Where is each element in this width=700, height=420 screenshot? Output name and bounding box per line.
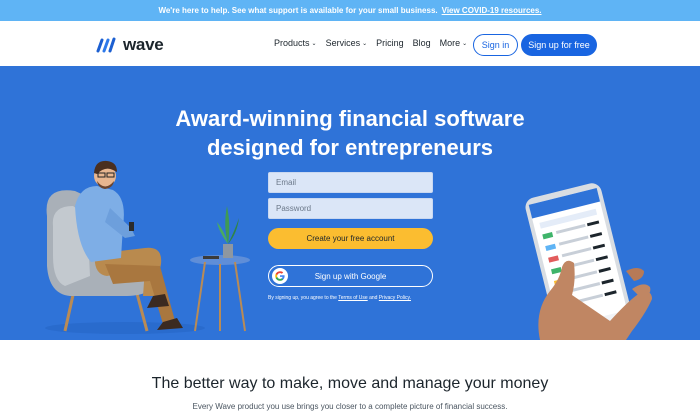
google-signup-label: Sign up with Google bbox=[314, 271, 387, 281]
password-field[interactable] bbox=[268, 198, 433, 219]
google-icon bbox=[272, 268, 288, 284]
legal-prefix: By signing up, you agree to the bbox=[268, 295, 337, 301]
nav-pricing-label: Pricing bbox=[376, 38, 404, 48]
terms-of-use-link[interactable]: Terms of Use bbox=[338, 295, 367, 301]
logo-text: wave bbox=[123, 35, 164, 54]
nav-products-label: Products bbox=[274, 38, 310, 48]
chevron-down-icon: ⌄ bbox=[311, 40, 317, 47]
hero-section: Award-winning financial software designe… bbox=[0, 66, 700, 340]
chevron-down-icon: ⌄ bbox=[462, 40, 468, 47]
nav-blog-label: Blog bbox=[412, 38, 431, 48]
create-account-button[interactable]: Create your free account bbox=[268, 228, 433, 249]
wave-logo[interactable]: wave bbox=[96, 35, 164, 55]
man-in-armchair-illustration bbox=[45, 160, 250, 334]
password-input[interactable] bbox=[276, 204, 432, 213]
legal-and: and bbox=[369, 295, 378, 301]
announcement-banner: We're here to help. See what support is … bbox=[0, 0, 700, 21]
main-nav: Products ⌄ Services ⌄ Pricing Blog More … bbox=[274, 38, 476, 48]
wave-logo-icon bbox=[96, 37, 116, 53]
nav-more[interactable]: More ⌄ bbox=[440, 38, 468, 48]
chevron-down-icon: ⌄ bbox=[362, 40, 368, 47]
sign-in-button[interactable]: Sign in bbox=[473, 34, 518, 56]
google-signup-button[interactable]: Sign up with Google bbox=[268, 265, 433, 287]
nav-pricing[interactable]: Pricing bbox=[376, 38, 404, 48]
hand-holding-phone-illustration bbox=[525, 183, 652, 340]
covid-resources-link[interactable]: View COVID-19 resources. bbox=[442, 6, 542, 15]
privacy-policy-link[interactable]: Privacy Policy. bbox=[379, 295, 411, 301]
nav-more-label: More bbox=[439, 38, 461, 48]
legal-notice: By signing up, you agree to the Terms of… bbox=[268, 295, 438, 301]
email-field[interactable] bbox=[268, 172, 433, 193]
nav-services-label: Services bbox=[325, 38, 361, 48]
sign-up-free-button[interactable]: Sign up for free bbox=[521, 34, 597, 56]
site-header: wave Products ⌄ Services ⌄ Pricing Blog … bbox=[0, 21, 700, 66]
nav-blog[interactable]: Blog bbox=[413, 38, 431, 48]
hero-title-line-1: Award-winning financial software bbox=[175, 106, 525, 131]
banner-text: We're here to help. See what support is … bbox=[158, 6, 438, 15]
section-tagline: The better way to make, move and manage … bbox=[151, 375, 549, 392]
nav-products[interactable]: Products ⌄ bbox=[274, 38, 317, 48]
email-input[interactable] bbox=[276, 178, 432, 187]
section-subtagline: Every Wave product you use brings you cl… bbox=[192, 402, 508, 411]
nav-services[interactable]: Services ⌄ bbox=[326, 38, 368, 48]
